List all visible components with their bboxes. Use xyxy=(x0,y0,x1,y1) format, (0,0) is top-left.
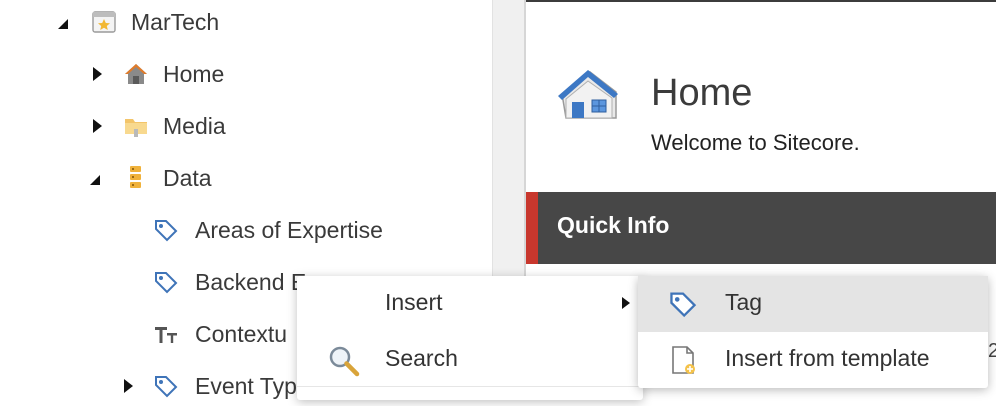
page-subtitle: Welcome to Sitecore. xyxy=(651,130,860,155)
collapsed-arrow-icon[interactable] xyxy=(90,118,104,134)
tree-item-label: Media xyxy=(163,113,226,139)
media-folder-icon xyxy=(125,119,147,137)
submenu-item-tag[interactable]: Tag xyxy=(638,276,988,332)
tag-icon xyxy=(670,292,697,318)
context-menu: Insert Search xyxy=(297,276,643,400)
home-icon xyxy=(125,64,147,84)
text-type-icon xyxy=(155,327,177,343)
tree-item-label: Home xyxy=(163,61,225,87)
submenu-item-insert-from-template[interactable]: Insert from template xyxy=(638,332,988,388)
tag-icon xyxy=(155,272,178,294)
submenu-item-label: Tag xyxy=(725,289,763,315)
tree-item-home[interactable]: Home xyxy=(0,54,490,94)
tree-item-contextual[interactable]: Contextu xyxy=(0,314,300,354)
menu-item-label: Insert xyxy=(385,289,443,315)
home-large-icon xyxy=(558,70,618,119)
tag-icon xyxy=(155,220,178,242)
collapsed-arrow-icon[interactable] xyxy=(90,66,104,82)
section-accent xyxy=(526,192,538,264)
expanded-arrow-icon[interactable] xyxy=(88,172,102,188)
menu-separator xyxy=(297,386,643,387)
tree-item-data[interactable]: Data xyxy=(0,158,490,198)
page-title: Home xyxy=(651,72,753,114)
menu-item-search[interactable]: Search xyxy=(297,332,643,388)
tree-item-label: Backend E xyxy=(195,269,307,295)
tree-item-label: MarTech xyxy=(131,9,220,35)
tree-item-label: Areas of Expertise xyxy=(195,217,383,243)
tree-item-label: Contextu xyxy=(195,321,288,347)
content-peek-text: 2 xyxy=(988,340,996,362)
section-title: Quick Info xyxy=(557,212,670,238)
menu-item-label: Search xyxy=(385,345,458,371)
new-document-icon xyxy=(672,346,695,374)
submenu-item-label: Insert from template xyxy=(725,345,930,371)
submenu-arrow-icon xyxy=(622,297,630,309)
insert-submenu: Tag Insert from template xyxy=(638,276,988,388)
tag-icon xyxy=(155,376,178,398)
tree-item-backend[interactable]: Backend E xyxy=(0,262,306,302)
tree-item-event-types[interactable]: Event Typ xyxy=(0,366,300,406)
collapsed-arrow-icon[interactable] xyxy=(121,378,135,394)
tree-item-label: Data xyxy=(163,165,212,191)
tree-item-martech[interactable]: MarTech xyxy=(0,2,490,42)
tree-item-label: Event Typ xyxy=(195,373,297,399)
tree-item-media[interactable]: Media xyxy=(0,106,490,146)
expanded-arrow-icon[interactable] xyxy=(56,16,70,32)
tree-item-areas-of-expertise[interactable]: Areas of Expertise xyxy=(0,210,490,250)
menu-item-insert[interactable]: Insert xyxy=(297,276,643,332)
data-stack-icon xyxy=(130,166,141,188)
website-star-icon xyxy=(92,11,116,33)
quick-info-section[interactable]: Quick Info xyxy=(526,192,996,264)
search-icon xyxy=(329,346,360,377)
